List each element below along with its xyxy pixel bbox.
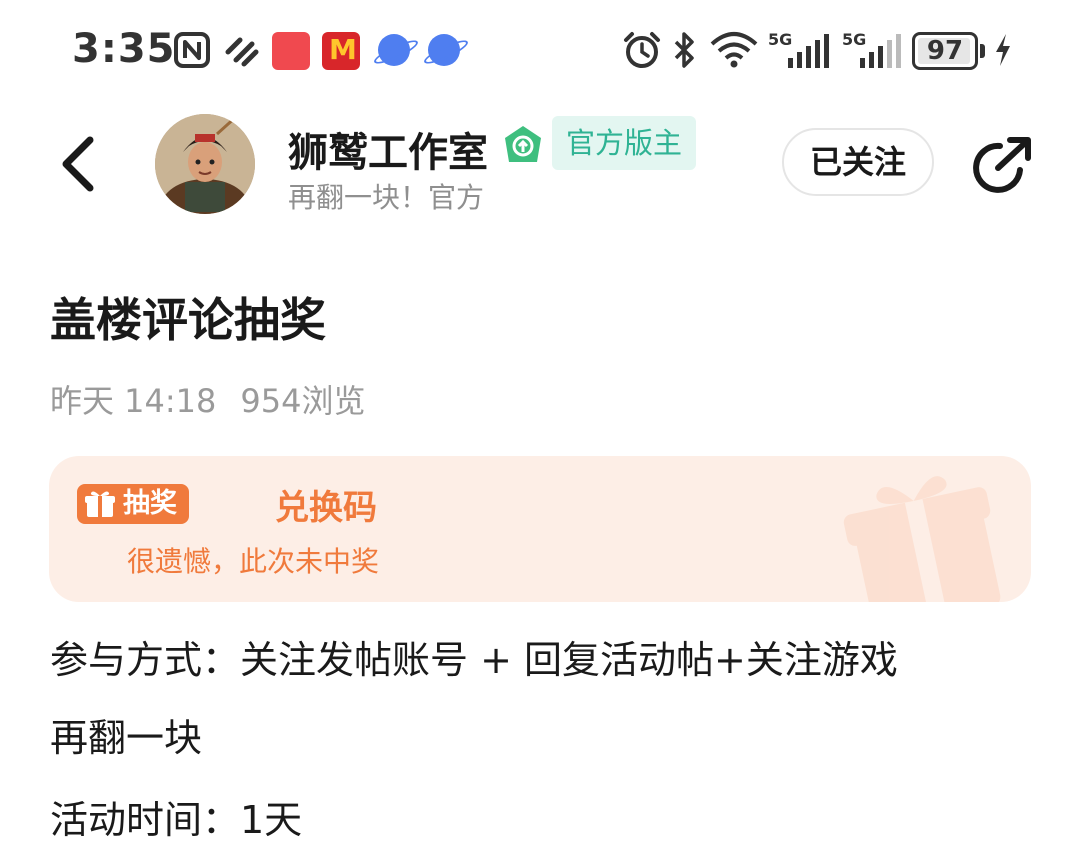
alarm-icon (624, 32, 660, 68)
lottery-result: 很遗憾，此次未中奖 (127, 545, 380, 578)
author-avatar[interactable] (155, 114, 255, 214)
nfc-icon (174, 32, 210, 68)
battery-indicator: 97 (912, 32, 978, 70)
wifi-icon (710, 32, 758, 68)
battery-nub (980, 44, 985, 58)
verified-official-icon (505, 126, 541, 162)
browser-app-icon-2 (428, 34, 460, 66)
link-icon (225, 37, 259, 67)
follow-button[interactable]: 已关注 (782, 128, 934, 196)
author-subtitle: 再翻一块！官方 (288, 181, 485, 214)
participation-method-cont: 再翻一块 (50, 716, 203, 760)
moderator-badge: 官方版主 (552, 116, 697, 170)
lottery-prize: 兑换码 (275, 488, 377, 528)
gift-watermark-icon (843, 476, 1001, 602)
shopping-app-icon (272, 32, 310, 70)
charging-icon (996, 34, 1010, 66)
activity-duration: 活动时间：1天 (50, 798, 303, 842)
status-time: 3:35 (72, 26, 176, 72)
signal-icon (788, 34, 829, 68)
post-header: 狮鹫工作室 官方版主 再翻一块！官方 已关注 (0, 100, 1080, 230)
post-date: 昨天 14:18 (50, 382, 217, 420)
post-meta: 昨天 14:18 954浏览 (50, 376, 390, 422)
participation-method: 参与方式：关注发帖账号 + 回复活动帖+关注游戏 (50, 638, 898, 682)
post-views: 954浏览 (240, 382, 366, 420)
signal-icon-2 (860, 34, 901, 68)
author-name[interactable]: 狮鹫工作室 (288, 120, 488, 178)
back-button[interactable] (52, 130, 112, 198)
browser-app-icon (378, 34, 410, 66)
bluetooth-icon (674, 32, 694, 68)
mcdonalds-app-icon (322, 32, 360, 70)
battery-level: 97 (926, 36, 964, 66)
lottery-tag: 抽奖 (77, 484, 189, 524)
post-title: 盖楼评论抽奖 (50, 293, 326, 347)
lottery-card[interactable]: 抽奖 兑换码 很遗憾，此次未中奖 (49, 456, 1031, 602)
avatar-image (155, 114, 255, 214)
gift-icon (85, 491, 115, 517)
status-bar: 3:35 5G 5G (0, 0, 1080, 100)
lottery-tag-label: 抽奖 (123, 488, 177, 519)
share-icon[interactable] (968, 134, 1034, 200)
